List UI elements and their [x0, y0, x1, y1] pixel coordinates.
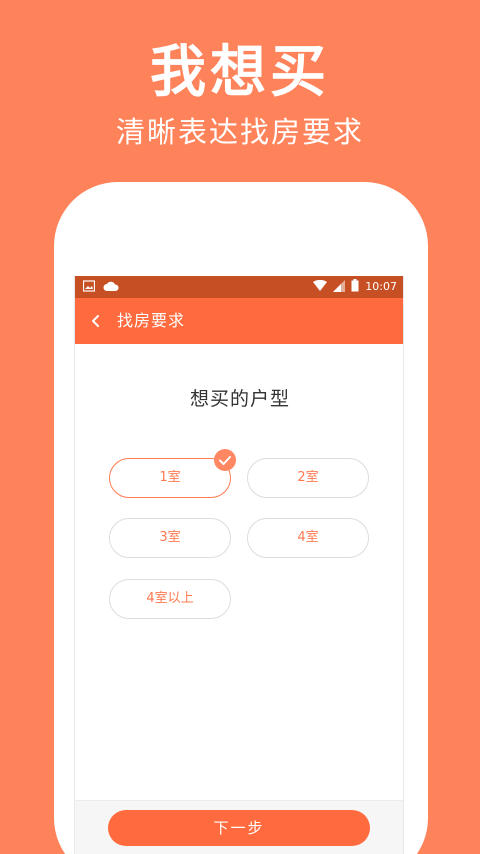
option-label: 1室 — [159, 470, 181, 485]
option-4-rooms[interactable]: 4室 — [247, 518, 369, 558]
wifi-icon — [313, 279, 328, 295]
status-time: 10:07 — [365, 280, 397, 293]
option-3-rooms[interactable]: 3室 — [109, 518, 231, 558]
option-label: 4室以上 — [146, 591, 194, 606]
image-icon — [82, 280, 96, 295]
question-title: 想买的户型 — [189, 388, 290, 410]
battery-icon — [351, 279, 359, 295]
option-2-rooms[interactable]: 2室 — [247, 458, 369, 498]
promo-title: 我想买 — [150, 40, 330, 105]
app-title: 找房要求 — [117, 311, 186, 330]
signal-icon — [333, 279, 346, 295]
option-label: 3室 — [159, 530, 181, 545]
option-4plus-rooms[interactable]: 4室以上 — [109, 579, 231, 619]
app-bar: 找房要求 — [75, 298, 403, 344]
option-label: 2室 — [297, 470, 319, 485]
next-step-button[interactable]: 下一步 — [108, 810, 370, 846]
chevron-left-icon[interactable] — [87, 311, 105, 331]
check-icon — [214, 449, 236, 471]
app-screen: 10:07 找房要求 想买的户型 1室 2室 3室 4室 4室以上 下一步 — [74, 276, 404, 854]
option-1-room[interactable]: 1室 — [109, 449, 236, 498]
cloud-icon — [103, 280, 119, 295]
bottom-bar: 下一步 — [75, 800, 403, 854]
promo-subtitle: 清晰表达找房要求 — [115, 115, 364, 149]
status-bar: 10:07 — [75, 276, 403, 298]
option-label: 4室 — [297, 530, 319, 545]
